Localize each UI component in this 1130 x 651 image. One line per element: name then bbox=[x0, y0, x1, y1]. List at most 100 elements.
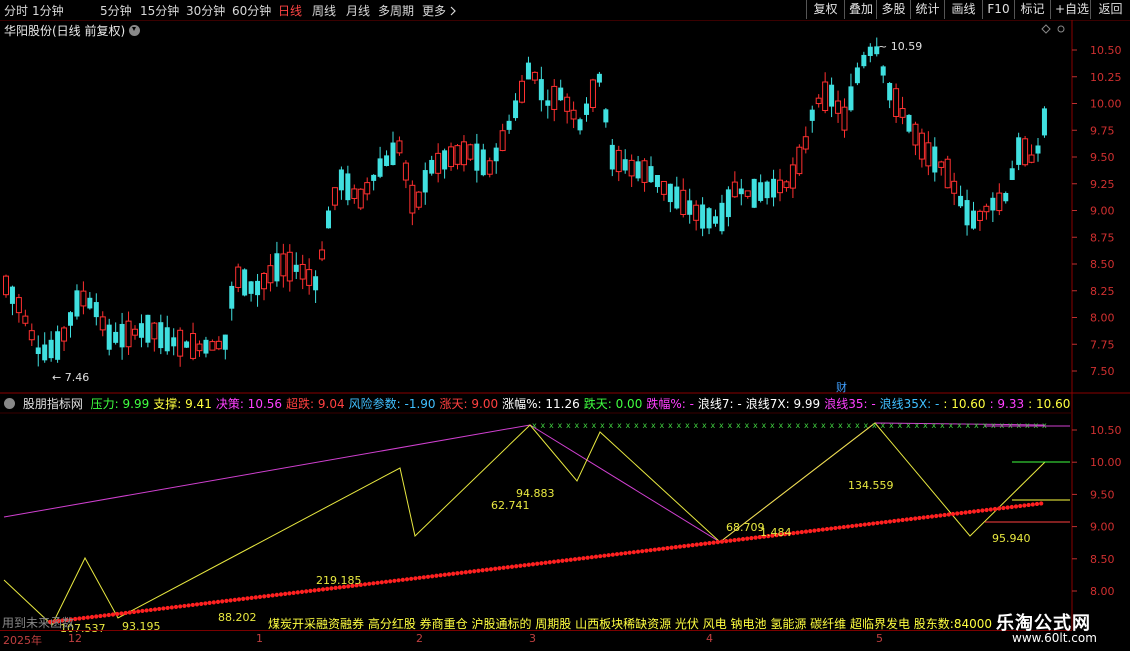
trend-dot bbox=[476, 568, 481, 573]
trend-dot bbox=[791, 530, 796, 536]
indicator-tick-label: 8.00 bbox=[1090, 585, 1115, 598]
candle-body-up bbox=[835, 100, 842, 114]
trend-dot bbox=[304, 589, 309, 594]
candle-body-up bbox=[893, 88, 900, 117]
candle-body-up bbox=[976, 210, 983, 221]
indicator-value-1: 支撑: 9.41 bbox=[153, 397, 212, 411]
candle-body-up bbox=[454, 145, 461, 165]
finance-event-marker[interactable]: 财 bbox=[836, 379, 847, 395]
candle-body-down bbox=[609, 144, 615, 170]
candle-body-down bbox=[119, 323, 125, 348]
chart-canvas[interactable]: ~ 10.59← 7.46 xxxxxxxxxxxxxxxxxxxxxxxxxx… bbox=[0, 0, 1130, 650]
trend-dot bbox=[913, 516, 918, 521]
signal-x-mark: x bbox=[617, 421, 622, 430]
trend-dot bbox=[1026, 502, 1031, 508]
candle-body-up bbox=[351, 188, 358, 199]
signal-x-mark: x bbox=[609, 421, 614, 430]
trend-dot bbox=[988, 507, 993, 512]
indicator-value-label: 134.559 bbox=[848, 479, 894, 492]
candle-body-down bbox=[545, 100, 551, 106]
candle-body-up bbox=[996, 192, 1003, 212]
trend-dot bbox=[186, 603, 191, 608]
trend-dot bbox=[85, 615, 90, 620]
trend-dot bbox=[535, 561, 540, 566]
candle-body-up bbox=[519, 80, 525, 103]
trend-dot bbox=[518, 563, 523, 568]
trend-dot bbox=[430, 574, 435, 579]
date-month-1: 1 bbox=[256, 632, 263, 645]
candle-body-up bbox=[783, 181, 790, 189]
diamond-icon[interactable] bbox=[1041, 24, 1051, 34]
trend-dot bbox=[858, 522, 863, 528]
candle-body-down bbox=[377, 158, 383, 177]
high-price-label: ~ 10.59 bbox=[878, 40, 922, 53]
signal-x-mark: x bbox=[728, 421, 733, 430]
chevron-down-icon[interactable] bbox=[4, 398, 15, 409]
trend-dot bbox=[522, 563, 527, 568]
trend-dot bbox=[367, 581, 372, 586]
candle-body-up bbox=[1028, 154, 1035, 163]
candle-body-down bbox=[506, 120, 512, 130]
indicator-series: xxxxxxxxxxxxxxxxxxxxxxxxxxxxxxxxxxxxxxxx… bbox=[3, 421, 1070, 635]
indicator-value-10: 浪线7X: 9.99 bbox=[745, 397, 821, 411]
trend-dot bbox=[812, 528, 817, 533]
trend-dot bbox=[572, 557, 578, 562]
trend-dot bbox=[207, 600, 212, 606]
signal-x-mark: x bbox=[906, 421, 911, 430]
candle-body-down bbox=[538, 79, 544, 101]
yellow-wave-line bbox=[3, 422, 1046, 626]
dot-icon[interactable] bbox=[1057, 25, 1065, 33]
trend-dot bbox=[1034, 501, 1040, 507]
trend-dot bbox=[253, 595, 258, 600]
price-tick-label: 10.00 bbox=[1090, 98, 1122, 111]
candle-body-down bbox=[338, 169, 344, 191]
trend-dot bbox=[509, 564, 515, 569]
trend-dot bbox=[1013, 504, 1019, 509]
signal-x-mark: x bbox=[736, 421, 741, 430]
indicator-name[interactable]: 股朋指标网 bbox=[23, 397, 83, 411]
trend-dot bbox=[421, 575, 426, 580]
candle-body-down bbox=[158, 322, 164, 349]
candle-body-down bbox=[68, 312, 73, 326]
candle-body-down bbox=[313, 276, 319, 291]
candle-body-down bbox=[1041, 108, 1047, 136]
trend-dot bbox=[392, 578, 397, 583]
candle-body-up bbox=[499, 130, 506, 152]
trend-dot bbox=[451, 571, 456, 576]
candle-body-up bbox=[435, 152, 442, 174]
trend-dot bbox=[106, 612, 111, 618]
trend-dot bbox=[871, 521, 876, 526]
trend-dot bbox=[182, 603, 187, 609]
candle-body-down bbox=[345, 173, 351, 201]
trend-dot bbox=[677, 544, 683, 549]
candle-body-up bbox=[486, 160, 493, 175]
trend-dot bbox=[211, 600, 216, 605]
trend-dot bbox=[753, 535, 758, 540]
candle-body-down bbox=[603, 109, 609, 123]
trend-dot bbox=[484, 567, 489, 572]
indicator-tick-label: 10.00 bbox=[1090, 456, 1122, 469]
indicator-value-5: 涨天: 9.00 bbox=[439, 397, 499, 411]
trend-dot bbox=[875, 520, 880, 526]
candle-body-down bbox=[622, 159, 628, 171]
trend-dot bbox=[119, 611, 124, 616]
signal-x-mark: x bbox=[660, 421, 665, 430]
trend-dot bbox=[652, 547, 657, 552]
candle-body-down bbox=[442, 150, 448, 170]
trend-dot bbox=[589, 555, 594, 560]
candle-body-down bbox=[674, 186, 680, 209]
trend-dot bbox=[232, 597, 237, 602]
candle-body-down bbox=[371, 174, 377, 181]
price-tick-label: 9.50 bbox=[1090, 151, 1115, 164]
candle-body-down bbox=[480, 149, 486, 176]
signal-x-mark: x bbox=[838, 421, 843, 430]
trend-dot bbox=[371, 581, 376, 586]
indicator-value-label: 68.709 bbox=[726, 521, 765, 534]
trend-dot bbox=[215, 599, 221, 605]
trend-dot bbox=[602, 553, 607, 558]
trend-dot bbox=[488, 567, 494, 572]
candle-body-down bbox=[9, 286, 15, 304]
trend-dot bbox=[950, 511, 956, 517]
indicator-value-7: 跌天: 0.00 bbox=[583, 397, 643, 411]
candle-body-down bbox=[758, 182, 764, 201]
